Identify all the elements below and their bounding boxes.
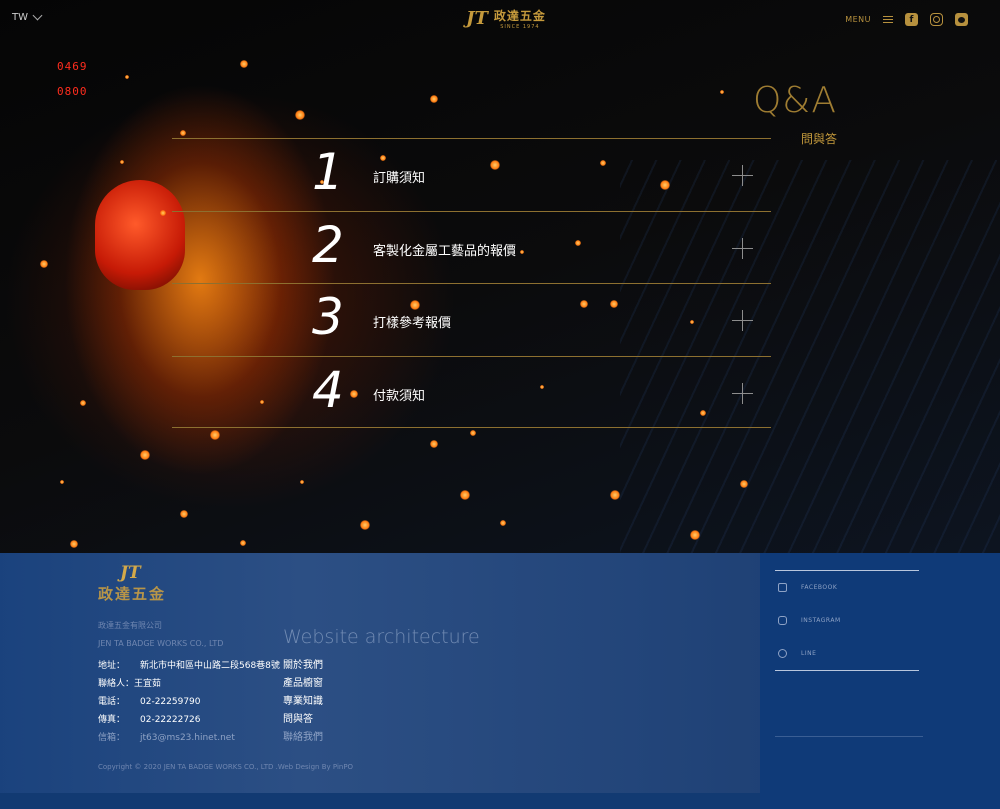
spark	[690, 530, 700, 540]
plus-icon[interactable]	[732, 382, 753, 404]
spark	[125, 75, 129, 79]
digital-readout-bottom: 0800	[57, 85, 88, 98]
spark	[120, 160, 124, 164]
spark	[80, 400, 86, 406]
faq-label: 付款須知	[373, 388, 426, 404]
footer: JT 政達五金 政達五金有限公司 JEN TA BADGE WORKS CO.,…	[0, 553, 1000, 809]
footer-instagram-link[interactable]: INSTAGRAM	[775, 604, 919, 637]
instagram-icon[interactable]	[930, 13, 943, 26]
company-name-en: JEN TA BADGE WORKS CO., LTD	[98, 639, 224, 648]
spark	[460, 490, 470, 500]
line-icon	[778, 649, 787, 658]
spark	[720, 90, 724, 94]
phone-value[interactable]: 02-22259790	[140, 693, 201, 711]
spark	[295, 110, 305, 120]
logo-name: 政達五金	[493, 9, 546, 23]
faq-list: 1 訂購須知 2 客製化金屬工藝品的報價 3 打樣參考報價 4 付款須知	[172, 138, 771, 428]
logo-mark: JT	[466, 8, 488, 29]
plus-icon[interactable]	[732, 310, 753, 331]
spark	[60, 480, 64, 484]
footer-link-qa[interactable]: 問與答	[283, 711, 323, 729]
site-logo[interactable]: JT 政達五金 SINCE 1974	[466, 7, 546, 30]
hamburger-icon[interactable]	[883, 16, 893, 23]
spark	[140, 450, 150, 460]
footer-line-label: LINE	[801, 650, 817, 657]
contact-key: 聯絡人：	[98, 679, 135, 689]
spark	[40, 260, 48, 268]
spark	[500, 520, 506, 526]
facebook-icon[interactable]: f	[905, 13, 918, 26]
instagram-icon	[778, 616, 787, 625]
language-switch[interactable]: TW	[12, 10, 43, 23]
logo-since: SINCE 1974	[500, 24, 540, 30]
footer-link-products[interactable]: 產品櫥窗	[283, 675, 323, 693]
faq-item[interactable]: 2 客製化金屬工藝品的報價	[172, 210, 771, 284]
footer-link-knowledge[interactable]: 專業知識	[283, 693, 323, 711]
faq-label: 客製化金屬工藝品的報價	[373, 243, 517, 259]
facebook-icon	[778, 583, 787, 592]
phone-key: 電話：	[98, 697, 126, 707]
digital-readout-top: 0469	[57, 60, 88, 73]
page-title: Q&A	[752, 80, 837, 121]
spark	[180, 510, 188, 518]
spark	[70, 540, 78, 548]
footer-social-list: FACEBOOK INSTAGRAM LINE	[775, 570, 919, 671]
spark	[470, 430, 476, 436]
footer-instagram-label: INSTAGRAM	[801, 617, 841, 624]
address-key: 地址：	[98, 661, 126, 671]
menu-label[interactable]: MENU	[845, 15, 871, 24]
spark	[740, 480, 748, 488]
faq-number: 1	[312, 143, 344, 201]
spark	[240, 60, 248, 68]
footer-facebook-link[interactable]: FACEBOOK	[775, 571, 919, 604]
spark	[160, 210, 166, 216]
address-value: 新北市中和區中山路二段568巷8號	[140, 661, 280, 671]
email-value[interactable]: jt63@ms23.hinet.net	[140, 729, 235, 747]
email-key: 信箱：	[98, 733, 126, 743]
copyright: Copyright © 2020 JEN TA BADGE WORKS CO.,…	[98, 763, 354, 771]
logo-text: 政達五金 SINCE 1974	[494, 7, 546, 30]
language-label: TW	[12, 12, 28, 23]
plus-icon[interactable]	[732, 237, 753, 259]
company-name: 政達五金有限公司	[98, 621, 162, 630]
contact-info: 地址： 新北市中和區中山路二段568巷8號 聯絡人： 王宜茹 電話： 02-22259…	[98, 657, 280, 747]
faq-label: 訂購須知	[373, 171, 426, 186]
footer-logo[interactable]: JT 政達五金	[98, 563, 166, 604]
spark	[430, 440, 438, 448]
spark	[360, 520, 370, 530]
chevron-down-icon	[32, 10, 43, 21]
plus-icon[interactable]	[732, 165, 753, 186]
line-icon[interactable]	[955, 13, 968, 26]
faq-item[interactable]: 3 打樣參考報價	[172, 283, 771, 356]
faq-number: 4	[312, 360, 344, 419]
footer-divider	[775, 736, 923, 737]
footer-logo-name: 政達五金	[98, 585, 167, 603]
spark	[240, 540, 246, 546]
spark	[610, 490, 620, 500]
spark	[430, 95, 438, 103]
contact-value: 王宜茹	[134, 679, 162, 689]
faq-number: 2	[312, 215, 344, 274]
spark	[300, 480, 304, 484]
footer-line-link[interactable]: LINE	[775, 637, 919, 670]
spark	[180, 130, 186, 136]
faq-label: 打樣參考報價	[373, 316, 452, 331]
faq-number: 3	[312, 288, 344, 346]
spark	[210, 430, 220, 440]
sitemap-links: 關於我們 產品櫥窗 專業知識 問與答 聯絡我們	[283, 657, 323, 747]
faq-item[interactable]: 4 付款須知	[172, 355, 771, 428]
top-right-nav: MENU f	[845, 13, 968, 26]
faq-item[interactable]: 1 訂購須知	[172, 138, 771, 211]
fax-value: 02-22222726	[140, 715, 201, 725]
footer-facebook-label: FACEBOOK	[801, 584, 838, 591]
footer-logo-mark: JT	[120, 563, 141, 583]
fax-key: 傳真：	[98, 715, 126, 725]
sitemap-title: Website architecture	[283, 626, 480, 648]
footer-link-contact[interactable]: 聯絡我們	[283, 729, 323, 747]
footer-link-about[interactable]: 關於我們	[283, 657, 323, 675]
page-subtitle: 問與答	[800, 132, 837, 146]
